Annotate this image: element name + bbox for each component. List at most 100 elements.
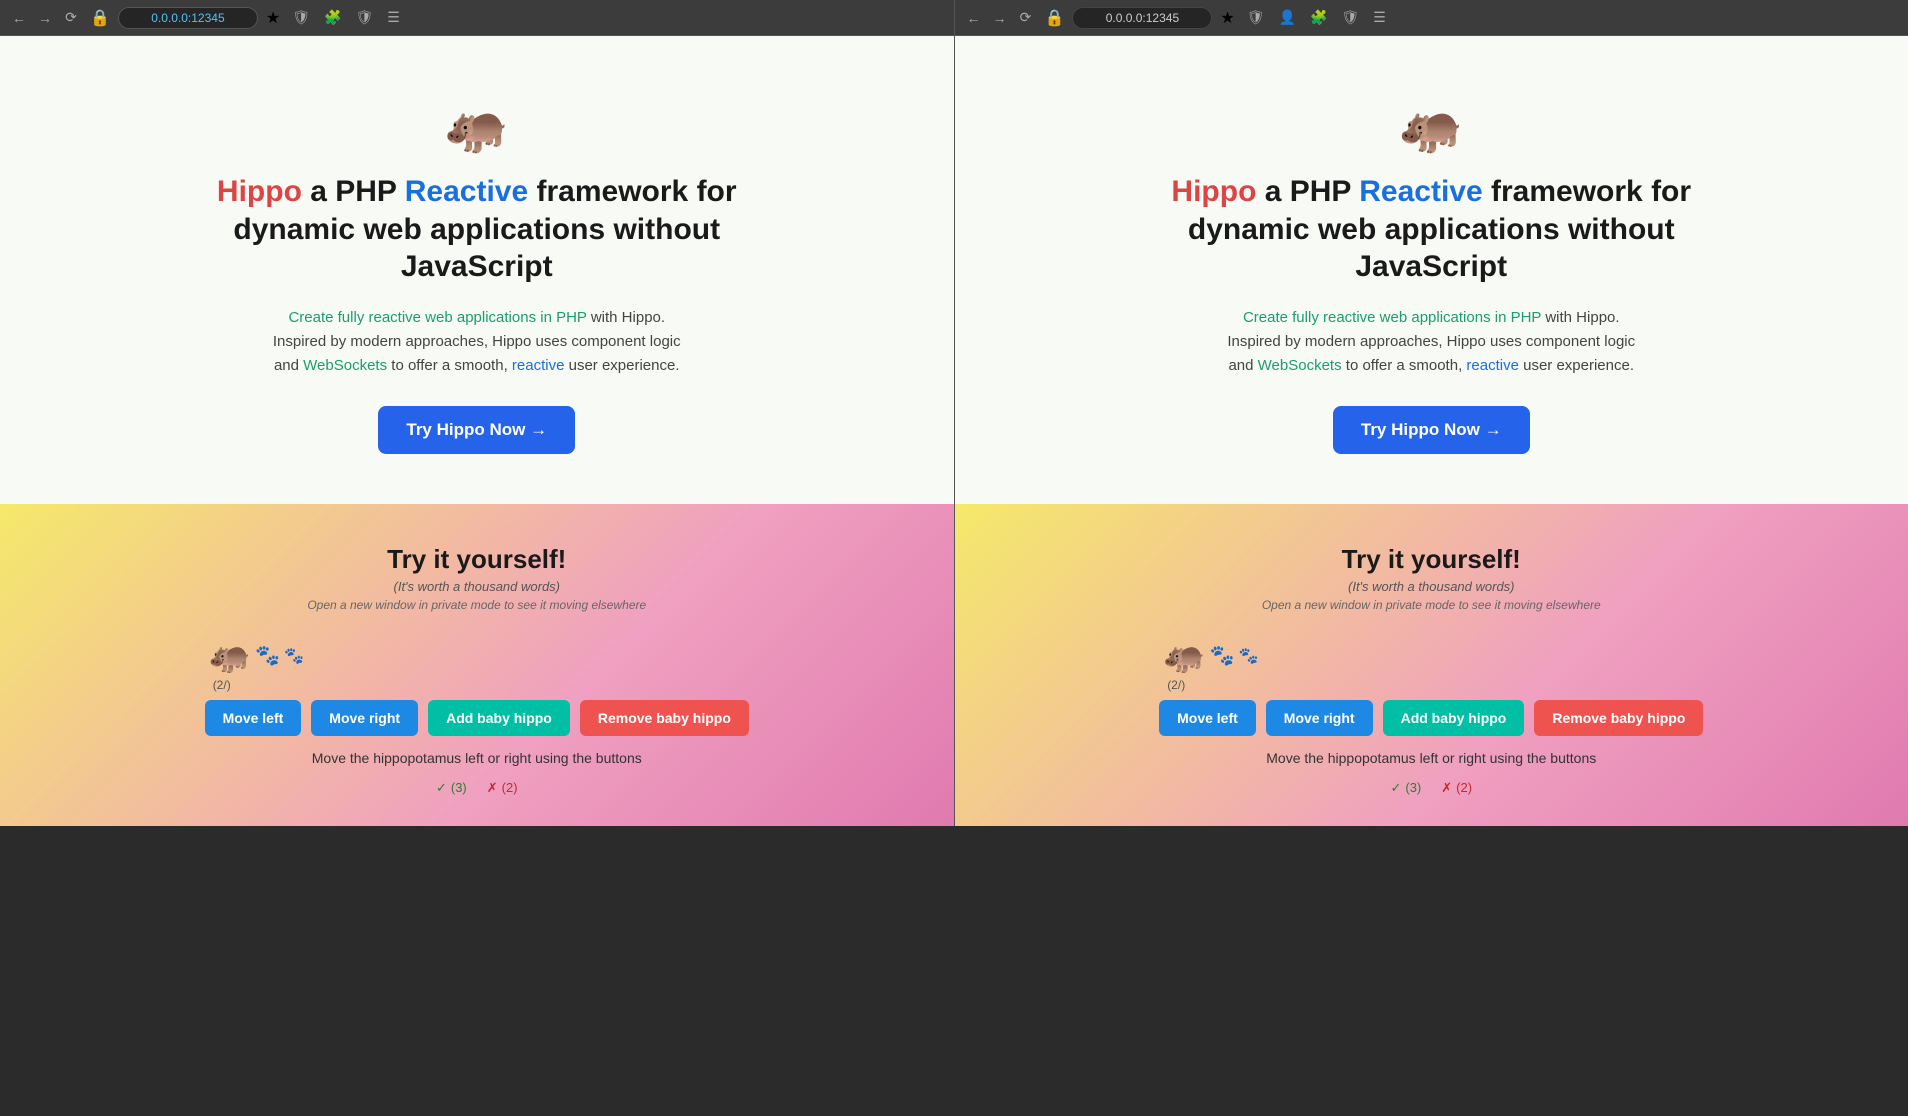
right-move-right-button[interactable]: Move right (1266, 700, 1373, 736)
right-hero-desc: Create fully reactive web applications i… (1216, 306, 1646, 378)
menu-icon-right[interactable]: ☰ (1369, 7, 1390, 28)
left-websockets-link[interactable]: WebSockets (303, 357, 387, 374)
left-remove-baby-button[interactable]: Remove baby hippo (580, 700, 749, 736)
address-bar-left[interactable]: 0.0.0.0:12345 (118, 7, 258, 29)
extensions-icon-right[interactable]: 🧩 (1306, 7, 1331, 28)
right-remove-baby-button[interactable]: Remove baby hippo (1534, 700, 1703, 736)
shield-icon-left: 🛡 (288, 7, 314, 28)
left-cta-button[interactable]: Try Hippo Now → (378, 406, 575, 454)
left-stat-err: ✗ (2) (487, 780, 518, 796)
left-demo-subtitle: (It's worth a thousand words) (394, 579, 561, 594)
left-hero-section: 🦛 Hippo a PHP Reactive framework for dyn… (0, 36, 954, 504)
right-hippo-counter: (2/) (1167, 678, 1185, 692)
left-demo-title: Try it yourself! (387, 544, 566, 575)
right-hero-section: 🦛 Hippo a PHP Reactive framework for dyn… (955, 36, 1908, 504)
left-x-icon: ✗ (487, 780, 498, 796)
address-bar-right[interactable]: 0.0.0.0:12345 (1072, 7, 1212, 29)
browser-divider (954, 0, 955, 35)
right-hippo-stage: 🦛 🐾 🐾 (2/) (985, 636, 1879, 692)
right-stat-ok-count: (3) (1405, 780, 1421, 795)
right-demo-description: Move the hippopotamus left or right usin… (1266, 750, 1596, 766)
right-reactive-link[interactable]: reactive (1466, 357, 1519, 374)
right-title-hippo: Hippo (1171, 175, 1256, 208)
left-hippo-row: 🦛 🐾 🐾 (209, 636, 304, 676)
profile-icon-right[interactable]: 👤 (1275, 7, 1300, 28)
right-browser-pane: 🦛 Hippo a PHP Reactive framework for dyn… (954, 36, 1908, 826)
left-hippo-stage: 🦛 🐾 🐾 (2/) (30, 636, 924, 692)
right-hippo-baby1: 🐾 (1210, 643, 1235, 668)
right-title-php: a PHP (1256, 175, 1359, 208)
security-icon-right: 🔒 (1041, 6, 1069, 30)
right-hero-hippo-emoji: 🦛 (1399, 96, 1464, 157)
right-desc-end2: user experience. (1519, 357, 1634, 374)
right-cta-button[interactable]: Try Hippo Now → (1333, 406, 1530, 454)
right-stat-err-count: (2) (1456, 780, 1472, 795)
right-browser-nav: ← → ⟳ 🔒 0.0.0.0:12345 ★ 🛡 👤 🧩 🛡 ☰ (963, 6, 1901, 30)
back-button-left[interactable]: ← (8, 7, 30, 29)
left-browser-nav: ← → ⟳ 🔒 0.0.0.0:12345 ★ 🛡 🧩 🛡 ☰ (8, 6, 946, 30)
reload-button-right[interactable]: ⟳ (1015, 7, 1037, 29)
browser-chrome: ← → ⟳ 🔒 0.0.0.0:12345 ★ 🛡 🧩 🛡 ☰ ← → ⟳ 🔒 … (0, 0, 1908, 36)
left-browser-pane: 🦛 Hippo a PHP Reactive framework for dyn… (0, 36, 954, 826)
left-php-link[interactable]: Create fully reactive web applications i… (288, 309, 586, 326)
left-stat-ok-count: (3) (451, 780, 467, 795)
left-move-left-button[interactable]: Move left (205, 700, 302, 736)
bookmark-icon-left[interactable]: ★ (262, 6, 284, 30)
right-stat-err: ✗ (2) (1441, 780, 1472, 796)
shield-icon-right: 🛡 (1243, 7, 1269, 28)
browsers-row: 🦛 Hippo a PHP Reactive framework for dyn… (0, 36, 1908, 826)
extensions-icon-left[interactable]: 🧩 (320, 7, 345, 28)
right-x-icon: ✗ (1441, 780, 1452, 796)
left-title-hippo: Hippo (217, 175, 302, 208)
toolbar-icons-left: 🛡 🧩 🛡 ☰ (288, 7, 404, 28)
right-demo-buttons: Move left Move right Add baby hippo Remo… (1159, 700, 1703, 736)
left-hero-desc: Create fully reactive web applications i… (262, 306, 692, 378)
left-desc-end1: to offer a smooth, (387, 357, 512, 374)
left-title-php: a PHP (302, 175, 405, 208)
right-demo-hint: Open a new window in private mode to see… (1262, 598, 1601, 612)
left-hippo-main: 🦛 (209, 636, 251, 676)
security-icon-left: 🔒 (86, 6, 114, 30)
right-add-baby-button[interactable]: Add baby hippo (1383, 700, 1525, 736)
left-hero-hippo-emoji: 🦛 (444, 96, 509, 157)
left-title-reactive: Reactive (405, 175, 528, 208)
left-hippo-baby1: 🐾 (255, 643, 280, 668)
right-hippo-baby2: 🐾 (1238, 646, 1258, 666)
forward-button-right[interactable]: → (989, 7, 1011, 29)
bookmark-icon-right[interactable]: ★ (1216, 6, 1238, 30)
right-demo-title: Try it yourself! (1342, 544, 1521, 575)
right-demo-subtitle: (It's worth a thousand words) (1348, 579, 1515, 594)
right-websockets-link[interactable]: WebSockets (1258, 357, 1342, 374)
left-demo-description: Move the hippopotamus left or right usin… (312, 750, 642, 766)
right-checkmark-icon: ✓ (1390, 780, 1401, 796)
back-button-right[interactable]: ← (963, 7, 985, 29)
shield2-icon-right: 🛡 (1337, 7, 1363, 28)
right-desc-end1: to offer a smooth, (1342, 357, 1467, 374)
left-stat-ok: ✓ (3) (436, 780, 467, 796)
right-title-reactive: Reactive (1359, 175, 1482, 208)
left-demo-stats: ✓ (3) ✗ (2) (436, 780, 518, 796)
forward-button-left[interactable]: → (34, 7, 56, 29)
left-hippo-baby2: 🐾 (284, 646, 304, 666)
left-hero-title: Hippo a PHP Reactive framework for dynam… (217, 173, 737, 286)
left-move-right-button[interactable]: Move right (311, 700, 418, 736)
right-stat-ok: ✓ (3) (1390, 780, 1421, 796)
left-add-baby-button[interactable]: Add baby hippo (428, 700, 570, 736)
shield2-icon-left: 🛡 (351, 7, 377, 28)
right-move-left-button[interactable]: Move left (1159, 700, 1256, 736)
right-demo-section: Try it yourself! (It's worth a thousand … (955, 504, 1908, 826)
right-php-link[interactable]: Create fully reactive web applications i… (1243, 309, 1541, 326)
left-checkmark-icon: ✓ (436, 780, 447, 796)
menu-icon-left[interactable]: ☰ (383, 7, 404, 28)
toolbar-icons-right: 🛡 👤 🧩 🛡 ☰ (1243, 7, 1390, 28)
right-hippo-row: 🦛 🐾 🐾 (1163, 636, 1258, 676)
reload-button-left[interactable]: ⟳ (60, 7, 82, 29)
left-reactive-link[interactable]: reactive (512, 357, 565, 374)
left-demo-hint: Open a new window in private mode to see… (307, 598, 646, 612)
left-demo-buttons: Move left Move right Add baby hippo Remo… (205, 700, 749, 736)
left-stat-err-count: (2) (502, 780, 518, 795)
left-desc-end2: user experience. (564, 357, 679, 374)
right-demo-stats: ✓ (3) ✗ (2) (1390, 780, 1472, 796)
left-hippo-counter: (2/) (213, 678, 231, 692)
right-hero-title: Hippo a PHP Reactive framework for dynam… (1171, 173, 1691, 286)
